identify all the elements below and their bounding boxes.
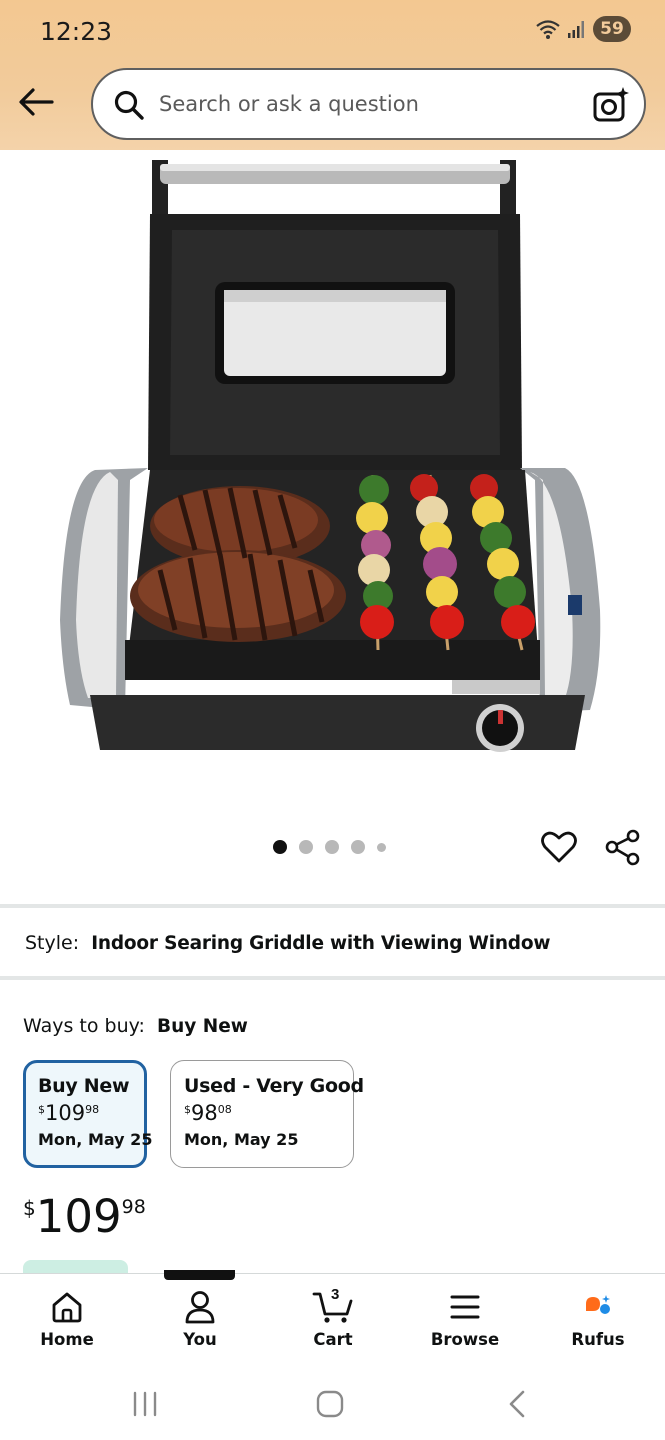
app-header: 12:23 59 xyxy=(0,0,665,150)
status-bar: 12:23 59 xyxy=(0,0,665,62)
battery-indicator: 59 xyxy=(593,16,631,42)
home-nav-icon[interactable] xyxy=(315,1389,345,1419)
status-time: 12:23 xyxy=(40,17,113,46)
share-button[interactable] xyxy=(604,828,642,871)
option-used-very-good[interactable]: Used - Very Good $9808 Mon, May 25 xyxy=(170,1060,364,1168)
search-bar[interactable] xyxy=(91,68,646,140)
rufus-icon xyxy=(586,1295,610,1314)
ways-to-buy-selected: Buy New xyxy=(156,1016,248,1037)
style-selector[interactable]: Style: Indoor Searing Griddle with Viewi… xyxy=(25,932,550,954)
savings-badge xyxy=(23,1260,128,1274)
wifi-icon xyxy=(536,20,560,39)
menu-icon xyxy=(450,1295,480,1319)
option-price: $9808 xyxy=(184,1101,232,1125)
tab-cart[interactable]: 3 Cart xyxy=(283,1286,383,1349)
system-icons: 59 xyxy=(535,16,631,42)
product-image[interactable] xyxy=(0,150,665,820)
tab-browse[interactable]: Browse xyxy=(415,1290,515,1349)
ways-to-buy-heading: Ways to buy: Buy New xyxy=(23,1015,248,1037)
style-value: Indoor Searing Griddle with Viewing Wind… xyxy=(91,933,551,954)
option-delivery-date: Mon, May 25 xyxy=(38,1130,153,1149)
system-navigation-bar xyxy=(0,1373,665,1440)
price-fraction: 98 xyxy=(121,1196,146,1218)
search-input[interactable] xyxy=(159,84,579,124)
tab-label: Rufus xyxy=(571,1330,625,1349)
tab-label: Browse xyxy=(430,1330,500,1349)
divider xyxy=(0,904,665,908)
image-carousel-dots[interactable] xyxy=(273,840,386,854)
heart-icon xyxy=(541,831,577,863)
back-button[interactable] xyxy=(16,82,56,122)
arrow-left-icon xyxy=(19,88,54,116)
carousel-dot[interactable] xyxy=(325,840,339,854)
ways-to-buy-label: Ways to buy: xyxy=(23,1015,145,1037)
home-icon xyxy=(52,1292,82,1323)
price-currency: $ xyxy=(23,1196,36,1220)
option-title: Used - Very Good xyxy=(184,1075,364,1097)
product-photo-grill xyxy=(60,160,601,752)
option-delivery-date: Mon, May 25 xyxy=(184,1130,299,1149)
carousel-dot[interactable] xyxy=(299,840,313,854)
tab-rufus[interactable]: Rufus xyxy=(548,1290,648,1349)
option-price: $10998 xyxy=(38,1101,100,1125)
divider xyxy=(0,976,665,980)
recent-apps-icon[interactable] xyxy=(131,1389,159,1419)
tab-label: You xyxy=(183,1330,217,1349)
search-icon xyxy=(114,90,144,120)
active-tab-indicator xyxy=(164,1270,235,1280)
camera-search-icon[interactable] xyxy=(592,86,630,124)
option-buy-new[interactable]: Buy New $10998 Mon, May 25 xyxy=(23,1060,153,1168)
back-nav-icon[interactable] xyxy=(505,1389,529,1419)
wishlist-button[interactable] xyxy=(540,828,578,871)
product-price: $10998 xyxy=(23,1190,146,1243)
option-title: Buy New xyxy=(38,1075,130,1097)
price-whole: 109 xyxy=(35,1190,122,1243)
tab-label: Cart xyxy=(313,1330,353,1349)
tab-home[interactable]: Home xyxy=(17,1290,117,1349)
tab-label: Home xyxy=(40,1330,94,1349)
tab-you[interactable]: You xyxy=(150,1290,250,1349)
share-icon xyxy=(605,829,640,866)
carousel-dot[interactable] xyxy=(273,840,287,854)
style-label: Style: xyxy=(25,932,80,954)
person-icon xyxy=(185,1291,215,1324)
carousel-dot[interactable] xyxy=(377,842,386,852)
cart-count-badge: 3 xyxy=(331,1286,340,1303)
signal-icon xyxy=(568,21,584,38)
carousel-dot[interactable] xyxy=(351,840,365,854)
